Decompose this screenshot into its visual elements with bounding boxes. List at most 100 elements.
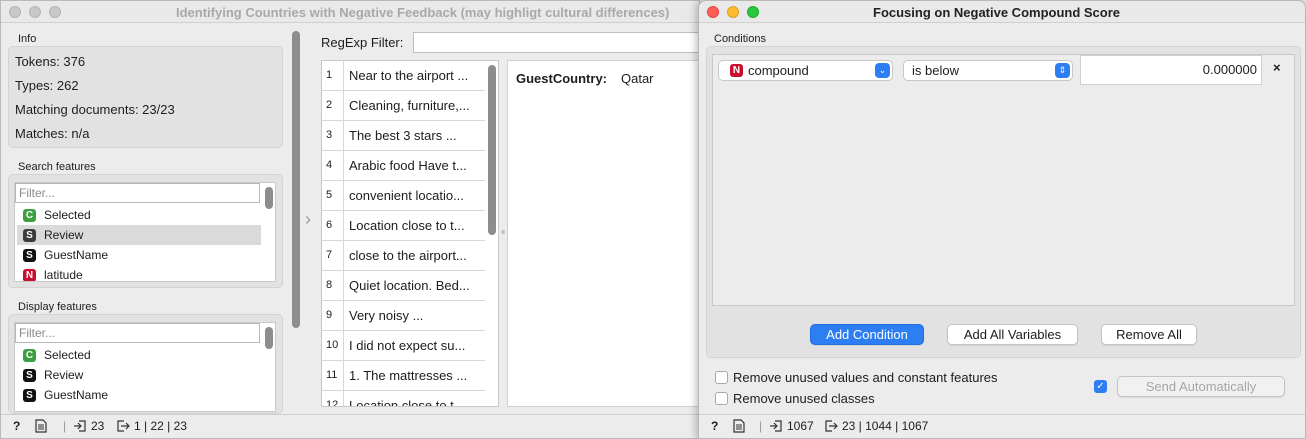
document-number: 5 bbox=[322, 181, 344, 210]
up-down-arrows-icon: ⇕ bbox=[1055, 63, 1070, 78]
display-feature-item[interactable]: S GuestName bbox=[17, 385, 263, 405]
document-number: 12 bbox=[322, 391, 344, 406]
window-title: Identifying Countries with Negative Feed… bbox=[176, 5, 670, 20]
splitter-handle[interactable] bbox=[501, 230, 505, 234]
document-row[interactable]: 6 Location close to t... bbox=[322, 211, 485, 241]
add-all-variables-button[interactable]: Add All Variables bbox=[947, 324, 1078, 345]
minimize-window-button[interactable] bbox=[727, 6, 739, 18]
feature-label: latitude bbox=[44, 268, 83, 282]
search-feature-item[interactable]: C Selected bbox=[17, 205, 263, 225]
document-title: Very noisy ... bbox=[349, 308, 424, 323]
search-feature-item-selected[interactable]: S Review bbox=[17, 225, 261, 245]
search-features-filter-input[interactable]: Filter... bbox=[15, 183, 260, 203]
operator-value: is below bbox=[912, 63, 959, 78]
document-title: Location close to t... bbox=[349, 218, 465, 233]
matching-documents: Matching documents: 23/23 bbox=[15, 102, 175, 117]
threshold-input[interactable]: 0.000000 bbox=[1080, 55, 1262, 85]
help-icon[interactable]: ? bbox=[711, 419, 718, 433]
chevron-right-icon[interactable]: › bbox=[305, 209, 311, 230]
document-title: Near to the airport ... bbox=[349, 68, 469, 83]
close-window-button[interactable] bbox=[707, 6, 719, 18]
select-rows-window: Focusing on Negative Compound Score Cond… bbox=[698, 0, 1306, 439]
display-features-scrollbar[interactable] bbox=[265, 327, 273, 349]
display-features-filter-input[interactable]: Filter... bbox=[15, 323, 260, 343]
documents-list[interactable]: 1 Near to the airport ... 2 Cleaning, furn… bbox=[321, 60, 499, 407]
variable-select[interactable]: N compound ⌄ bbox=[718, 60, 893, 81]
help-icon[interactable]: ? bbox=[13, 419, 20, 433]
document-number: 1 bbox=[322, 61, 344, 90]
control-area-scrollbar[interactable] bbox=[292, 31, 300, 328]
variable-value: compound bbox=[748, 63, 809, 78]
remove-unused-values-checkbox[interactable] bbox=[715, 371, 728, 384]
report-icon[interactable] bbox=[35, 419, 47, 436]
feature-label: GuestName bbox=[44, 388, 109, 402]
window-title: Focusing on Negative Compound Score bbox=[873, 5, 1121, 20]
document-row[interactable]: 1 Near to the airport ... bbox=[322, 61, 485, 91]
info-heading: Info bbox=[18, 33, 37, 45]
info-box: Tokens: 376 Types: 262 Matching document… bbox=[8, 46, 283, 148]
output-count: 23 | 1044 | 1067 bbox=[842, 419, 929, 433]
document-row[interactable]: 9 Very noisy ... bbox=[322, 301, 485, 331]
search-feature-item[interactable]: S GuestName bbox=[17, 245, 263, 265]
numeric-icon: N bbox=[23, 269, 36, 281]
corpus-viewer-statusbar: ? | 23 1 | 22 | 23 bbox=[1, 414, 699, 438]
regexp-filter-label: RegExp Filter: bbox=[321, 35, 404, 50]
document-row[interactable]: 12 Location close to t... bbox=[322, 391, 485, 406]
zoom-window-button[interactable] bbox=[49, 6, 61, 18]
document-number: 10 bbox=[322, 331, 344, 360]
remove-unused-classes-label: Remove unused classes bbox=[733, 391, 875, 406]
document-title: Cleaning, furniture,... bbox=[349, 98, 470, 113]
document-row[interactable]: 3 The best 3 stars ... bbox=[322, 121, 485, 151]
display-features-list[interactable]: Filter... C Selected S Review S GuestNam… bbox=[14, 322, 276, 412]
search-feature-item[interactable]: N latitude bbox=[17, 265, 263, 282]
conditions-box: N compound ⌄ is below ⇕ 0.000000 × Add C… bbox=[706, 46, 1301, 358]
document-number: 6 bbox=[322, 211, 344, 240]
report-icon[interactable] bbox=[733, 419, 745, 436]
document-number: 3 bbox=[322, 121, 344, 150]
feature-label: Selected bbox=[44, 348, 91, 362]
matches-count: Matches: n/a bbox=[15, 126, 90, 141]
detail-field-value: Qatar bbox=[621, 71, 654, 86]
remove-unused-classes-checkbox[interactable] bbox=[715, 392, 728, 405]
document-row[interactable]: 8 Quiet location. Bed... bbox=[322, 271, 485, 301]
conditions-table: N compound ⌄ is below ⇕ 0.000000 × bbox=[712, 54, 1295, 306]
remove-all-button[interactable]: Remove All bbox=[1101, 324, 1197, 345]
search-features-list[interactable]: Filter... C Selected S Review S GuestNam… bbox=[14, 182, 276, 282]
document-number: 7 bbox=[322, 241, 344, 270]
document-row[interactable]: 7 close to the airport... bbox=[322, 241, 485, 271]
document-row[interactable]: 2 Cleaning, furniture,... bbox=[322, 91, 485, 121]
documents-scrollbar[interactable] bbox=[488, 65, 496, 235]
operator-select[interactable]: is below ⇕ bbox=[903, 60, 1073, 81]
regexp-filter-input[interactable] bbox=[413, 32, 699, 53]
categorical-icon: C bbox=[23, 349, 36, 362]
document-detail-pane: GuestCountry: Qatar bbox=[507, 60, 699, 407]
search-features-box: Filter... C Selected S Review S GuestNam… bbox=[8, 174, 283, 288]
remove-condition-icon[interactable]: × bbox=[1273, 60, 1281, 75]
send-automatically-checkbox[interactable]: ✓ bbox=[1094, 380, 1107, 393]
string-icon: S bbox=[23, 229, 36, 242]
send-automatically-button[interactable]: Send Automatically bbox=[1117, 376, 1285, 397]
document-number: 9 bbox=[322, 301, 344, 330]
document-row[interactable]: 10 I did not expect su... bbox=[322, 331, 485, 361]
zoom-window-button[interactable] bbox=[747, 6, 759, 18]
statusbar-divider: | bbox=[759, 419, 763, 433]
document-row[interactable]: 5 convenient locatio... bbox=[322, 181, 485, 211]
add-condition-button[interactable]: Add Condition bbox=[810, 324, 924, 345]
display-feature-item[interactable]: S Review bbox=[17, 365, 263, 385]
minimize-window-button[interactable] bbox=[29, 6, 41, 18]
select-rows-statusbar: ? | 1067 23 | 1044 | 1067 bbox=[699, 414, 1305, 438]
output-icon bbox=[116, 419, 130, 436]
document-row[interactable]: 11 1. The mattresses ... bbox=[322, 361, 485, 391]
document-title: I did not expect su... bbox=[349, 338, 466, 353]
close-window-button[interactable] bbox=[9, 6, 21, 18]
feature-label: Review bbox=[44, 368, 84, 382]
search-features-scrollbar[interactable] bbox=[265, 187, 273, 209]
document-number: 4 bbox=[322, 151, 344, 180]
corpus-viewer-titlebar: Identifying Countries with Negative Feed… bbox=[1, 1, 699, 23]
document-row[interactable]: 4 Arabic food Have t... bbox=[322, 151, 485, 181]
detail-field-name: GuestCountry: bbox=[516, 71, 607, 86]
document-title: convenient locatio... bbox=[349, 188, 464, 203]
feature-label: GuestName bbox=[44, 248, 109, 262]
display-feature-item[interactable]: C Selected bbox=[17, 345, 263, 365]
tokens-count: Tokens: 376 bbox=[15, 54, 86, 69]
